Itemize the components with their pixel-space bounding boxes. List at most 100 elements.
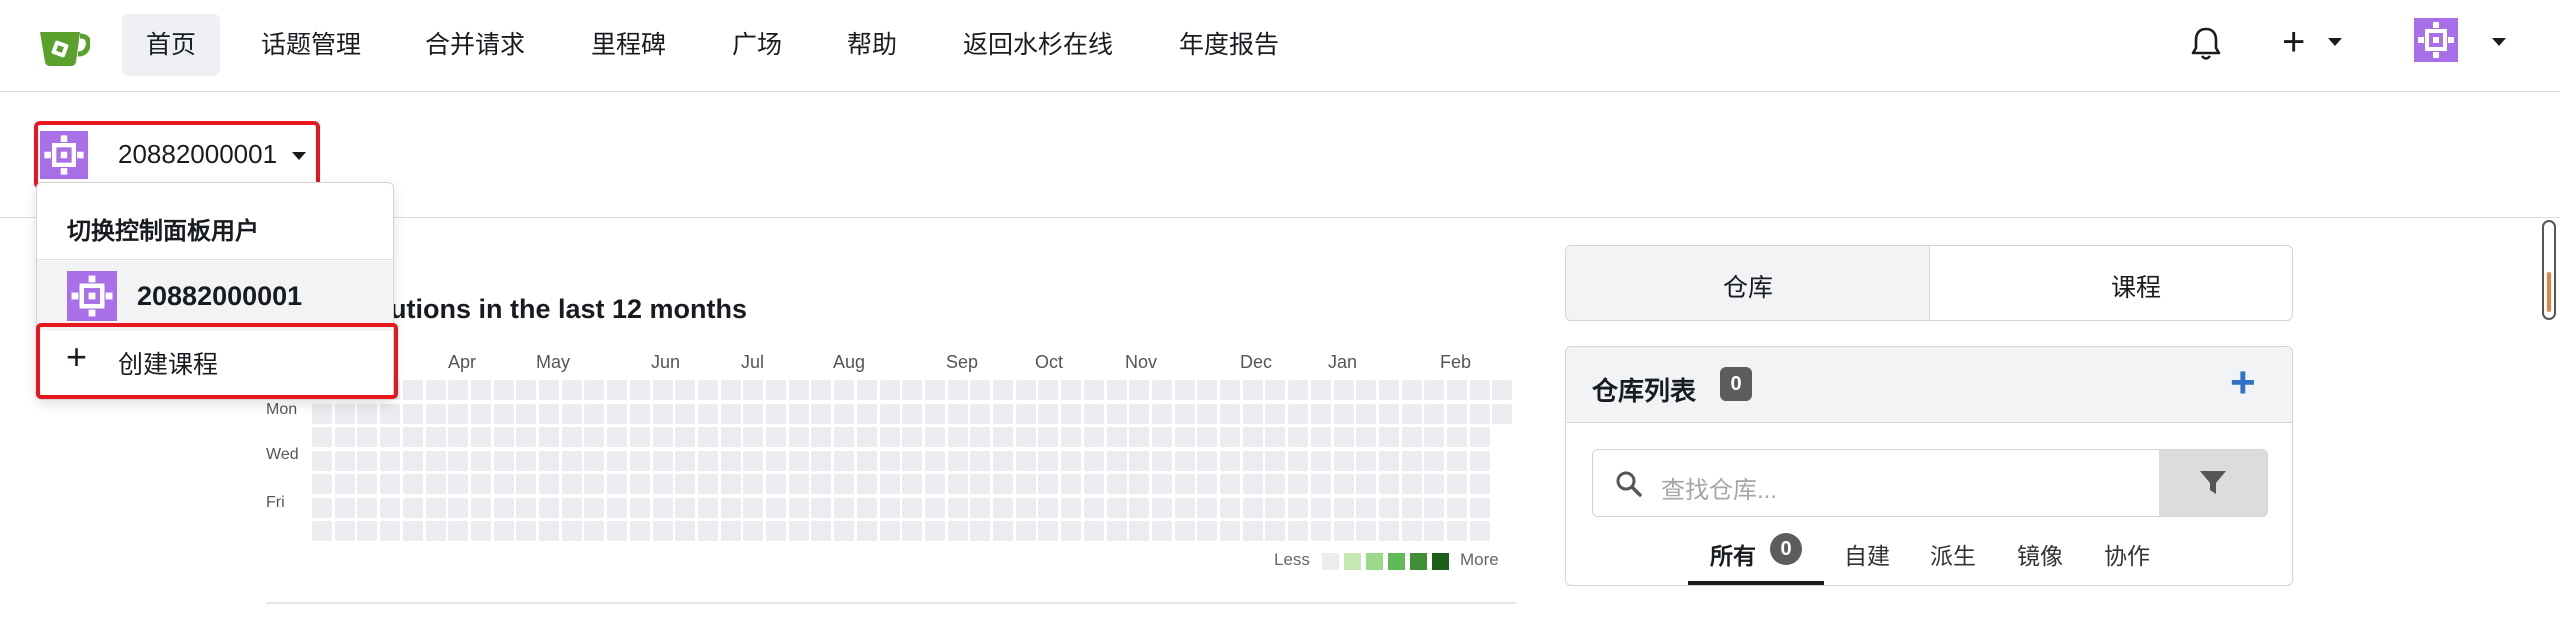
heatmap-cell xyxy=(562,404,582,424)
heatmap-cell xyxy=(1220,474,1240,494)
heatmap-cell xyxy=(993,404,1013,424)
heatmap-cell xyxy=(743,451,763,471)
heatmap-cell xyxy=(857,498,877,518)
heatmap-cell xyxy=(448,498,468,518)
avatar xyxy=(40,131,88,179)
scrollbar-thumb[interactable] xyxy=(2547,272,2551,312)
bell-icon[interactable] xyxy=(2190,26,2222,62)
heatmap-cell xyxy=(335,404,355,424)
search-input[interactable]: 查找仓库... xyxy=(1661,470,1777,505)
create-course-button[interactable]: + 创建课程 xyxy=(36,323,398,399)
heatmap-cell xyxy=(1243,427,1263,447)
create-course-label: 创建课程 xyxy=(118,351,219,379)
heatmap-cell xyxy=(1061,521,1081,541)
heatmap-cell xyxy=(766,474,786,494)
chevron-down-icon[interactable] xyxy=(2492,38,2506,46)
nav-milestones[interactable]: 里程碑 xyxy=(567,14,690,76)
heatmap-cell xyxy=(471,498,491,518)
heatmap-cell xyxy=(584,474,604,494)
heatmap-cell xyxy=(1379,521,1399,541)
heatmap-cell xyxy=(1152,498,1172,518)
filter-tab-all[interactable]: 所有 xyxy=(1710,537,1756,571)
add-repo-icon[interactable]: + xyxy=(2230,359,2256,407)
heatmap-cell xyxy=(925,474,945,494)
heatmap-cell xyxy=(1175,380,1195,400)
heatmap-cell xyxy=(1265,404,1285,424)
heatmap-cell xyxy=(494,474,514,494)
dow-label: Mon xyxy=(266,401,298,418)
nav-pull-requests[interactable]: 合并请求 xyxy=(401,14,549,76)
heatmap-cell xyxy=(471,380,491,400)
nav-home[interactable]: 首页 xyxy=(122,14,221,76)
nav-explore[interactable]: 广场 xyxy=(708,14,806,76)
heatmap-cell xyxy=(426,474,446,494)
scrollbar[interactable] xyxy=(2542,220,2556,320)
filter-tab-sources[interactable]: 自建 xyxy=(1844,537,1890,571)
heatmap-cell xyxy=(539,380,559,400)
tab-label: 仓库 xyxy=(1723,274,1774,302)
chevron-down-icon[interactable] xyxy=(2328,38,2342,46)
heatmap-cell xyxy=(1402,521,1422,541)
heatmap-cell xyxy=(811,427,831,447)
tab-courses[interactable]: 课程 xyxy=(2111,268,2161,304)
heatmap-cell xyxy=(539,427,559,447)
filter-tab-mirrors[interactable]: 镜像 xyxy=(2017,537,2063,571)
filter-button[interactable] xyxy=(2159,450,2267,516)
heatmap-cell xyxy=(1311,427,1331,447)
heatmap-cell xyxy=(811,521,831,541)
heatmap-cell xyxy=(721,404,741,424)
heatmap-cell xyxy=(357,427,377,447)
heatmap-cell xyxy=(1129,380,1149,400)
nav-topics[interactable]: 话题管理 xyxy=(237,14,385,76)
heatmap-cell xyxy=(1243,404,1263,424)
heatmap-cell xyxy=(1061,404,1081,424)
heatmap-cell xyxy=(562,380,582,400)
heatmap-cell xyxy=(357,404,377,424)
heatmap-cell xyxy=(312,474,332,494)
logo-icon[interactable] xyxy=(36,24,90,68)
heatmap-cell xyxy=(1424,404,1444,424)
repo-search-field[interactable]: 查找仓库... xyxy=(1592,449,2268,517)
heatmap-cell xyxy=(834,474,854,494)
heatmap-cell xyxy=(562,521,582,541)
nav-annual-report[interactable]: 年度报告 xyxy=(1155,14,1303,76)
heatmap-cell xyxy=(403,498,423,518)
heatmap-cell xyxy=(607,380,627,400)
tab-repositories[interactable]: 仓库 xyxy=(1566,246,1930,320)
heatmap-cell xyxy=(653,404,673,424)
dropdown-user-item[interactable]: 20882000001 xyxy=(37,261,393,331)
heatmap-cell xyxy=(653,498,673,518)
heatmap-cell xyxy=(1334,498,1354,518)
heatmap-cell xyxy=(1197,474,1217,494)
heatmap-cell xyxy=(902,404,922,424)
context-user-switcher[interactable]: 20882000001 xyxy=(34,121,320,189)
heatmap-cell xyxy=(653,427,673,447)
plus-icon[interactable]: + xyxy=(2282,22,2305,62)
heatmap-cell xyxy=(880,474,900,494)
filter-tab-forks[interactable]: 派生 xyxy=(1930,537,1976,571)
heatmap-cell xyxy=(1107,404,1127,424)
heatmap-cell xyxy=(312,521,332,541)
heatmap-cell xyxy=(1402,427,1422,447)
repo-list-header: 仓库列表 0 + xyxy=(1566,347,2292,423)
filter-tab-collaborative[interactable]: 协作 xyxy=(2104,537,2150,571)
heatmap-cell xyxy=(516,404,536,424)
heatmap-cell xyxy=(1107,521,1127,541)
avatar[interactable] xyxy=(2414,18,2458,62)
heatmap-cell xyxy=(1265,380,1285,400)
heatmap-cell xyxy=(970,474,990,494)
heatmap-cell xyxy=(1220,498,1240,518)
nav-back-to-site[interactable]: 返回水杉在线 xyxy=(939,14,1137,76)
heatmap-cell xyxy=(630,427,650,447)
heatmap-cell xyxy=(698,427,718,447)
heatmap-cell xyxy=(607,521,627,541)
heatmap-cell xyxy=(675,521,695,541)
heatmap-cell xyxy=(1197,451,1217,471)
heatmap-cell xyxy=(1356,380,1376,400)
heatmap-cell xyxy=(1470,474,1490,494)
heatmap-cell xyxy=(1334,521,1354,541)
heatmap-cell xyxy=(539,404,559,424)
month-label: Aug xyxy=(833,352,866,372)
nav-help[interactable]: 帮助 xyxy=(823,14,921,76)
heatmap-cell xyxy=(630,451,650,471)
